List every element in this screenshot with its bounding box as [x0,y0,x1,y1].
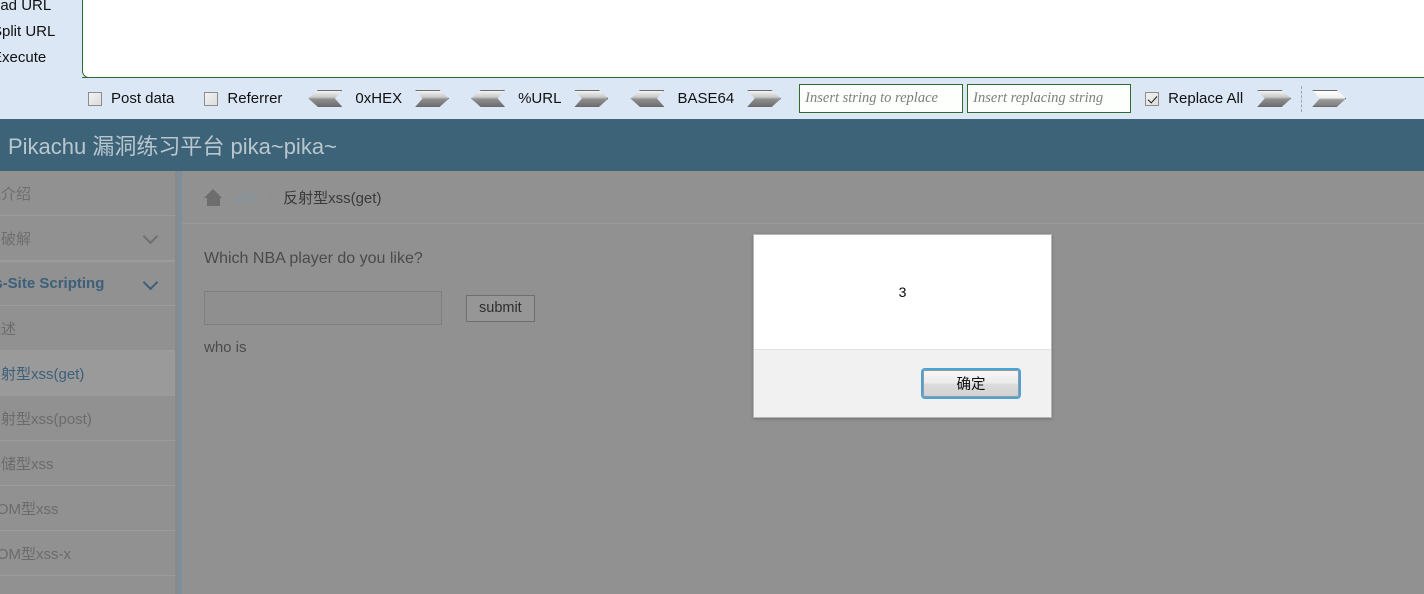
url-encode-arrow-icon[interactable] [574,90,609,107]
alert-ok-button[interactable]: 确定 [921,368,1021,399]
sidebar-item-label: 存储型xss [0,455,54,473]
screen-root: oad URL Split URL Execute Post data Refe… [0,0,1424,594]
post-data-label: Post data [111,90,175,107]
breadcrumb-link-xss[interactable]: xss [235,189,258,206]
chevron-down-icon [142,228,159,245]
sidebar-item-intro[interactable]: 统介绍 [0,171,182,216]
sidebar-item-label: 概述 [0,320,17,338]
site-title: Pikachu 漏洞练习平台 pika~pika~ [8,134,337,159]
sidebar-item-label: DOM型xss-x [0,545,71,563]
submit-button[interactable]: submit [466,294,535,322]
sidebar-item-stored-xss[interactable]: 存储型xss [0,441,182,486]
sidebar-item-overview[interactable]: 概述 [0,306,182,351]
replace-apply-arrow-icon[interactable] [1257,90,1292,107]
sidebar-item-label: ss-Site Scripting [0,275,105,292]
tool-action-buttons: oad URL Split URL Execute [0,0,80,78]
hex-converter-label: 0xHEX [355,90,403,107]
hex-converter-group: 0xHEX [308,90,450,107]
load-url-button[interactable]: oad URL [0,0,80,19]
hex-encode-arrow-icon[interactable] [415,90,450,107]
sidebar-item-bruteforce[interactable]: 力破解 [0,216,182,261]
replace-all-checkbox-box[interactable] [1145,91,1160,106]
base64-decode-arrow-icon[interactable] [630,90,665,107]
replace-all-label: Replace All [1168,90,1244,107]
post-data-checkbox-box[interactable] [88,91,102,106]
chevron-down-icon [142,274,159,290]
execute-button[interactable]: Execute [0,45,80,71]
site-banner: Pikachu 漏洞练习平台 pika~pika~ [0,119,1424,171]
breadcrumb: xss > 反射型xss(get) [182,171,1424,224]
url-decode-arrow-icon[interactable] [471,90,506,107]
referrer-checkbox[interactable]: Referrer [204,90,282,107]
home-icon[interactable] [204,188,223,206]
sidebar-item-label: 反射型xss(get) [0,365,85,383]
sidebar-item-xss-group[interactable]: ss-Site Scripting [0,261,182,306]
sidebar-item-reflected-xss-post[interactable]: 反射型xss(post) [0,396,182,441]
replace-with-input[interactable]: Insert replacing string [967,84,1132,113]
sidebar-item-label: 力破解 [0,230,32,248]
base64-converter-label: BASE64 [677,90,735,107]
post-data-checkbox[interactable]: Post data [88,90,174,107]
player-name-input[interactable] [204,291,442,325]
base64-encode-arrow-icon[interactable] [747,90,782,107]
encoder-toolbar: Post data Referrer 0xHEX %URL BASE64 Ins… [0,78,1424,119]
send-arrow-icon[interactable] [1312,90,1347,107]
url-converter-group: %URL [471,90,609,107]
replace-all-checkbox[interactable]: Replace All [1145,90,1243,107]
referrer-checkbox-box[interactable] [204,91,219,106]
replace-find-input[interactable]: Insert string to replace [799,84,964,113]
breadcrumb-current: 反射型xss(get) [283,189,382,207]
alert-message: 3 [754,235,1051,350]
alert-dialog: 3 确定 [753,234,1052,418]
page-body: 统介绍 力破解 ss-Site Scripting 概述 反射型xss(get)… [0,171,1424,594]
toolbar-divider [1301,85,1303,112]
base64-converter-group: BASE64 [630,90,782,107]
sidebar-item-label: 反射型xss(post) [0,410,92,428]
referrer-label: Referrer [227,90,283,107]
url-editor-textarea[interactable] [82,0,1424,78]
hex-decode-arrow-icon[interactable] [308,90,343,107]
sidebar-item-dom-xss-x[interactable]: DOM型xss-x [0,531,182,576]
sidebar-item-reflected-xss-get[interactable]: 反射型xss(get) [0,351,182,396]
sidebar-item-dom-xss[interactable]: DOM型xss [0,486,182,531]
sidebar-item-label: DOM型xss [0,500,59,518]
alert-footer: 确定 [754,350,1051,417]
split-url-button[interactable]: Split URL [0,19,80,45]
sidebar-nav: 统介绍 力破解 ss-Site Scripting 概述 反射型xss(get)… [0,171,182,594]
tool-top-area: oad URL Split URL Execute [0,0,1424,78]
sidebar-item-label: 统介绍 [0,185,32,203]
breadcrumb-separator-icon: > [266,189,275,205]
url-converter-label: %URL [518,90,562,107]
